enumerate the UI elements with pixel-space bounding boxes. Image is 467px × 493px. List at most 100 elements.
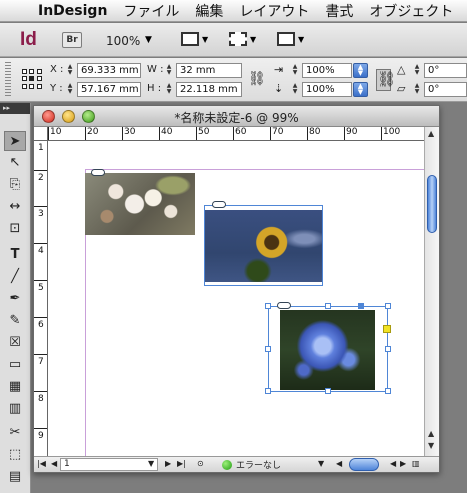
link-icon — [277, 302, 291, 309]
rectangle-tool-icon[interactable]: ▭ — [4, 355, 26, 375]
resize-handle-top-right[interactable] — [385, 303, 391, 309]
document-status-bar: |◀ ◀ 1 ▼ ▶ ▶| ⊙ エラーなし ▼ ◀ ◀ ▶ ▥ — [34, 456, 439, 472]
scale-y-dropdown[interactable]: ▲ ▼ — [353, 82, 368, 97]
scale-y-stepper[interactable]: ▲ ▼ — [291, 83, 299, 96]
menu-type[interactable]: 書式 — [317, 1, 361, 21]
constrain-proportions-icon[interactable]: ⛓ — [248, 71, 266, 87]
arrange-documents-icon[interactable] — [277, 32, 295, 46]
view-options-icon[interactable] — [181, 32, 199, 46]
free-transform-tool-icon[interactable]: ⬚ — [4, 445, 26, 465]
pencil-tool-icon[interactable]: ✎ — [4, 311, 26, 331]
reference-point-icon[interactable] — [22, 69, 42, 89]
selection-tool-icon[interactable]: ➤ — [4, 131, 26, 151]
y-field[interactable]: 57.167 mm — [77, 82, 141, 97]
page-number-field[interactable]: 1 — [60, 458, 158, 471]
page-canvas[interactable] — [49, 142, 425, 457]
direct-selection-tool-icon[interactable]: ↖ — [4, 153, 26, 173]
ruler-v-tick: 9 — [34, 428, 47, 441]
gap-tool-icon[interactable]: ↔ — [4, 197, 26, 217]
view-options-dropdown-icon[interactable]: ▼ — [202, 35, 208, 44]
resize-handle-bottom-right[interactable] — [385, 388, 391, 394]
next-page-icon[interactable]: ▶ — [165, 459, 171, 468]
zoom-level[interactable]: 100% — [106, 34, 140, 48]
scale-x-dropdown[interactable]: ▲ ▼ — [353, 63, 368, 78]
toolbox-collapse-icon[interactable]: ▸▸ — [0, 103, 30, 114]
vertical-scrollbar[interactable]: ▲ ▲ ▼ — [424, 127, 439, 457]
screen-mode-dropdown-icon[interactable]: ▼ — [250, 35, 256, 44]
scale-x-icon: ⇥ — [274, 63, 284, 76]
vertical-ruler[interactable]: 1 2 3 4 5 6 7 8 9 — [34, 141, 48, 457]
resize-handle-right[interactable] — [385, 346, 391, 352]
scroll-down-icon[interactable]: ▼ — [428, 441, 434, 450]
x-field[interactable]: 69.333 mm — [77, 63, 141, 78]
preflight-status: エラーなし — [236, 461, 282, 471]
ruler-v-tick: 6 — [34, 317, 47, 330]
resize-handle-top[interactable] — [325, 303, 331, 309]
h-field[interactable]: 22.118 mm — [176, 82, 242, 97]
constrain-scale-icon[interactable]: ⛓ — [376, 69, 396, 91]
rotate-stepper[interactable]: ▲ ▼ — [413, 64, 421, 77]
selected-frame-bounds[interactable] — [268, 306, 388, 392]
shear-field[interactable]: 0° — [424, 82, 467, 97]
y-stepper[interactable]: ▲ ▼ — [66, 83, 74, 96]
scroll-left-end-icon[interactable]: ◀ — [390, 459, 396, 468]
gradient-swatch-tool-icon[interactable]: ▤ — [4, 467, 26, 487]
preflight-dropdown-icon[interactable]: ▼ — [318, 459, 324, 468]
link-icon — [91, 169, 105, 176]
content-grabber-handle[interactable] — [358, 303, 364, 309]
bridge-button[interactable]: Br — [62, 32, 82, 48]
horizontal-ruler[interactable]: 10 20 30 40 50 60 70 80 90 100 — [48, 127, 425, 141]
line-tool-icon[interactable]: ╱ — [4, 267, 26, 287]
menu-layout[interactable]: レイアウト — [231, 1, 317, 21]
preflight-status-icon[interactable] — [222, 460, 232, 470]
scale-x-field[interactable]: 100% — [302, 63, 352, 78]
ruler-h-tick: 70 — [269, 127, 284, 140]
horizontal-grid-tool-icon[interactable]: ▦ — [4, 377, 26, 397]
ruler-v-tick: 7 — [34, 354, 47, 367]
scroll-up-top-icon[interactable]: ▲ — [428, 129, 434, 138]
resize-handle-top-left[interactable] — [265, 303, 271, 309]
w-field[interactable]: 32 mm — [176, 63, 242, 78]
vertical-grid-tool-icon[interactable]: ▥ — [4, 399, 26, 419]
rotate-field[interactable]: 0° — [424, 63, 467, 78]
document-title-bar[interactable]: *名称未設定-6 @ 99% — [34, 106, 439, 127]
zoom-dropdown-icon[interactable]: ▼ — [145, 35, 152, 45]
split-window-icon[interactable]: ▥ — [412, 459, 420, 468]
last-page-icon[interactable]: ▶| — [177, 459, 186, 468]
scissors-tool-icon[interactable]: ✂ — [4, 423, 26, 443]
menu-file[interactable]: ファイル — [115, 1, 187, 21]
page-tool-icon[interactable]: ⎘ — [4, 175, 26, 195]
ruler-origin[interactable] — [34, 127, 48, 141]
menu-app-name[interactable]: InDesign — [30, 3, 115, 19]
h-stepper[interactable]: ▲ ▼ — [165, 83, 173, 96]
scroll-left-icon[interactable]: ◀ — [336, 459, 342, 468]
sunflower-image[interactable] — [205, 210, 322, 282]
type-tool-icon[interactable]: T — [4, 245, 26, 265]
arrange-documents-dropdown-icon[interactable]: ▼ — [298, 35, 304, 44]
content-collector-icon[interactable]: ⊡ — [4, 219, 26, 239]
x-stepper[interactable]: ▲ ▼ — [66, 64, 74, 77]
menu-object[interactable]: オブジェクト — [361, 1, 461, 21]
vertical-scroll-thumb[interactable] — [427, 175, 437, 233]
pen-tool-icon[interactable]: ✒ — [4, 289, 26, 309]
menu-edit[interactable]: 編集 — [187, 1, 231, 21]
previous-page-icon[interactable]: ◀ — [51, 459, 57, 468]
resize-handle-bottom[interactable] — [325, 388, 331, 394]
w-stepper[interactable]: ▲ ▼ — [165, 64, 173, 77]
screen-mode-icon[interactable] — [229, 32, 247, 46]
shear-stepper[interactable]: ▲ ▼ — [413, 83, 421, 96]
panel-grip[interactable] — [5, 62, 11, 98]
live-corner-handle[interactable] — [383, 325, 391, 333]
rectangle-frame-tool-icon[interactable]: ☒ — [4, 333, 26, 353]
scroll-up-icon[interactable]: ▲ — [428, 429, 434, 438]
scale-x-stepper[interactable]: ▲ ▼ — [291, 64, 299, 77]
page-dropdown-icon[interactable]: ▼ — [148, 459, 154, 468]
scale-y-field[interactable]: 100% — [302, 82, 352, 97]
cherry-blossom-image[interactable] — [85, 173, 195, 235]
scroll-right-icon[interactable]: ▶ — [400, 459, 406, 468]
open-page-icon[interactable]: ⊙ — [197, 459, 204, 468]
first-page-icon[interactable]: |◀ — [37, 459, 46, 468]
resize-handle-bottom-left[interactable] — [265, 388, 271, 394]
resize-handle-left[interactable] — [265, 346, 271, 352]
horizontal-scroll-thumb[interactable] — [349, 458, 379, 471]
